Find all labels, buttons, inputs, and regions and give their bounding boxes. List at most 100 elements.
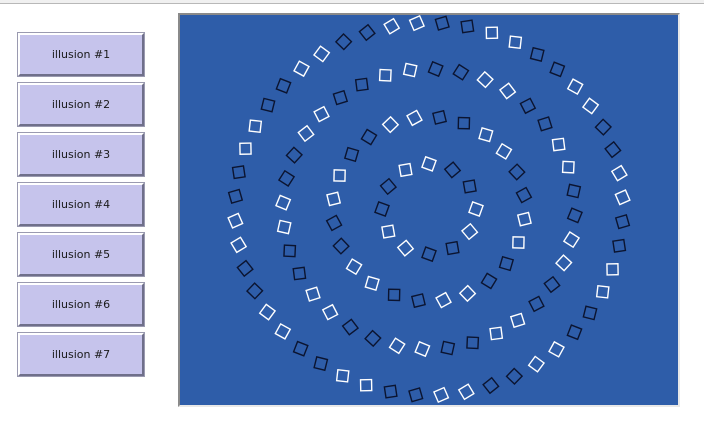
illusion-square: [332, 89, 349, 106]
illusion-square: [485, 26, 499, 40]
illusion-square: [378, 68, 392, 82]
illusion-canvas: [178, 13, 680, 407]
illusion-square: [334, 32, 353, 51]
illusion-square: [274, 322, 292, 340]
illusion-square: [489, 326, 504, 341]
illusion-square: [408, 15, 426, 32]
illusion-square: [227, 212, 244, 229]
illusion-square: [414, 340, 431, 358]
illusion-square: [529, 46, 545, 62]
illusion-square: [566, 183, 582, 199]
illusion-square: [612, 238, 627, 253]
illusion-square: [333, 169, 346, 182]
illusion-square: [462, 179, 477, 194]
illusion-square: [283, 244, 297, 258]
illusion-6-button[interactable]: illusion #6: [17, 282, 145, 327]
illusion-square: [432, 109, 448, 125]
illusion-square: [482, 376, 500, 395]
illusion-square: [246, 282, 264, 300]
illusion-square: [326, 191, 342, 207]
illusion-square: [519, 97, 537, 115]
illusion-square: [396, 239, 415, 257]
illusion-square: [230, 236, 248, 254]
illusion-square: [614, 189, 631, 206]
illusion-3-button[interactable]: illusion #3: [17, 132, 145, 177]
illusion-square: [313, 356, 329, 372]
illusion-square: [509, 312, 526, 329]
illusion-square: [434, 15, 450, 31]
illusion-square: [443, 161, 462, 179]
illusion-square: [341, 318, 360, 336]
illusion-square: [458, 284, 477, 303]
illusion-square: [457, 116, 471, 130]
illusion-square: [360, 128, 378, 146]
illusion-square: [427, 60, 444, 78]
illusion-square: [498, 255, 515, 272]
illusion-square: [566, 324, 583, 341]
illusion-square: [293, 60, 310, 78]
illusion-square: [364, 329, 382, 348]
illusion-square: [381, 224, 396, 239]
ring-1: [374, 155, 484, 263]
illusion-square: [285, 146, 303, 164]
ring-2: [325, 109, 533, 309]
illusion-square: [508, 35, 523, 50]
illusion-square: [410, 293, 426, 309]
illusion-square: [313, 105, 330, 123]
illusion-square: [495, 142, 513, 160]
illusion-square: [561, 160, 575, 174]
illusion-square: [460, 19, 475, 34]
illusion-square: [381, 115, 400, 134]
illusion-square: [614, 214, 631, 230]
illusion-square: [537, 116, 553, 132]
top-border: [0, 0, 704, 4]
illusion-square: [548, 340, 565, 358]
illusion-7-button[interactable]: illusion #7: [17, 332, 145, 377]
illusion-square: [258, 303, 277, 321]
illusion-square: [480, 272, 498, 290]
illusion-square: [498, 82, 517, 100]
illusion-square: [595, 284, 610, 299]
illusion-square: [388, 337, 406, 355]
illusion-square: [606, 263, 619, 276]
illusion-square: [515, 186, 533, 204]
illusion-square: [275, 77, 292, 94]
illusion-square: [566, 78, 584, 96]
illusion-square: [408, 387, 424, 403]
illusion-square: [445, 240, 460, 256]
illusion-square: [457, 383, 475, 401]
illusion-square: [387, 288, 401, 302]
illusion-square: [275, 194, 292, 211]
illusion-square: [604, 140, 622, 159]
illusion-square: [260, 97, 276, 113]
illusion-4-button[interactable]: illusion #4: [17, 182, 145, 227]
illusion-square: [551, 137, 566, 152]
illusion-square: [345, 258, 363, 276]
illusion-square: [321, 303, 339, 321]
illusion-square: [359, 378, 373, 392]
illusion-square: [505, 367, 524, 386]
illusion-square: [543, 275, 561, 294]
illusion-square: [297, 124, 315, 143]
illusion-1-button[interactable]: illusion #1: [17, 32, 145, 77]
illusion-square: [305, 286, 321, 302]
ring-3: [275, 60, 583, 358]
illusion-square: [239, 142, 252, 155]
illusion-square: [452, 63, 470, 81]
illusion-2-button[interactable]: illusion #2: [17, 82, 145, 127]
illusion-square: [292, 266, 307, 281]
illusion-square: [374, 201, 390, 217]
illusion-menu: illusion #1 illusion #2 illusion #3 illu…: [17, 32, 145, 383]
illusion-square: [582, 305, 598, 321]
illusion-square: [332, 237, 350, 255]
illusion-square: [478, 127, 494, 143]
illusion-square: [312, 45, 331, 63]
illusion-square: [527, 355, 546, 373]
illusion-square: [610, 164, 628, 182]
illusion-square: [383, 17, 401, 35]
illusion-square: [468, 201, 484, 217]
illusion-square: [364, 275, 380, 291]
illusion-square: [440, 340, 456, 356]
illusion-5-button[interactable]: illusion #5: [17, 232, 145, 277]
illusion-square: [435, 291, 452, 309]
